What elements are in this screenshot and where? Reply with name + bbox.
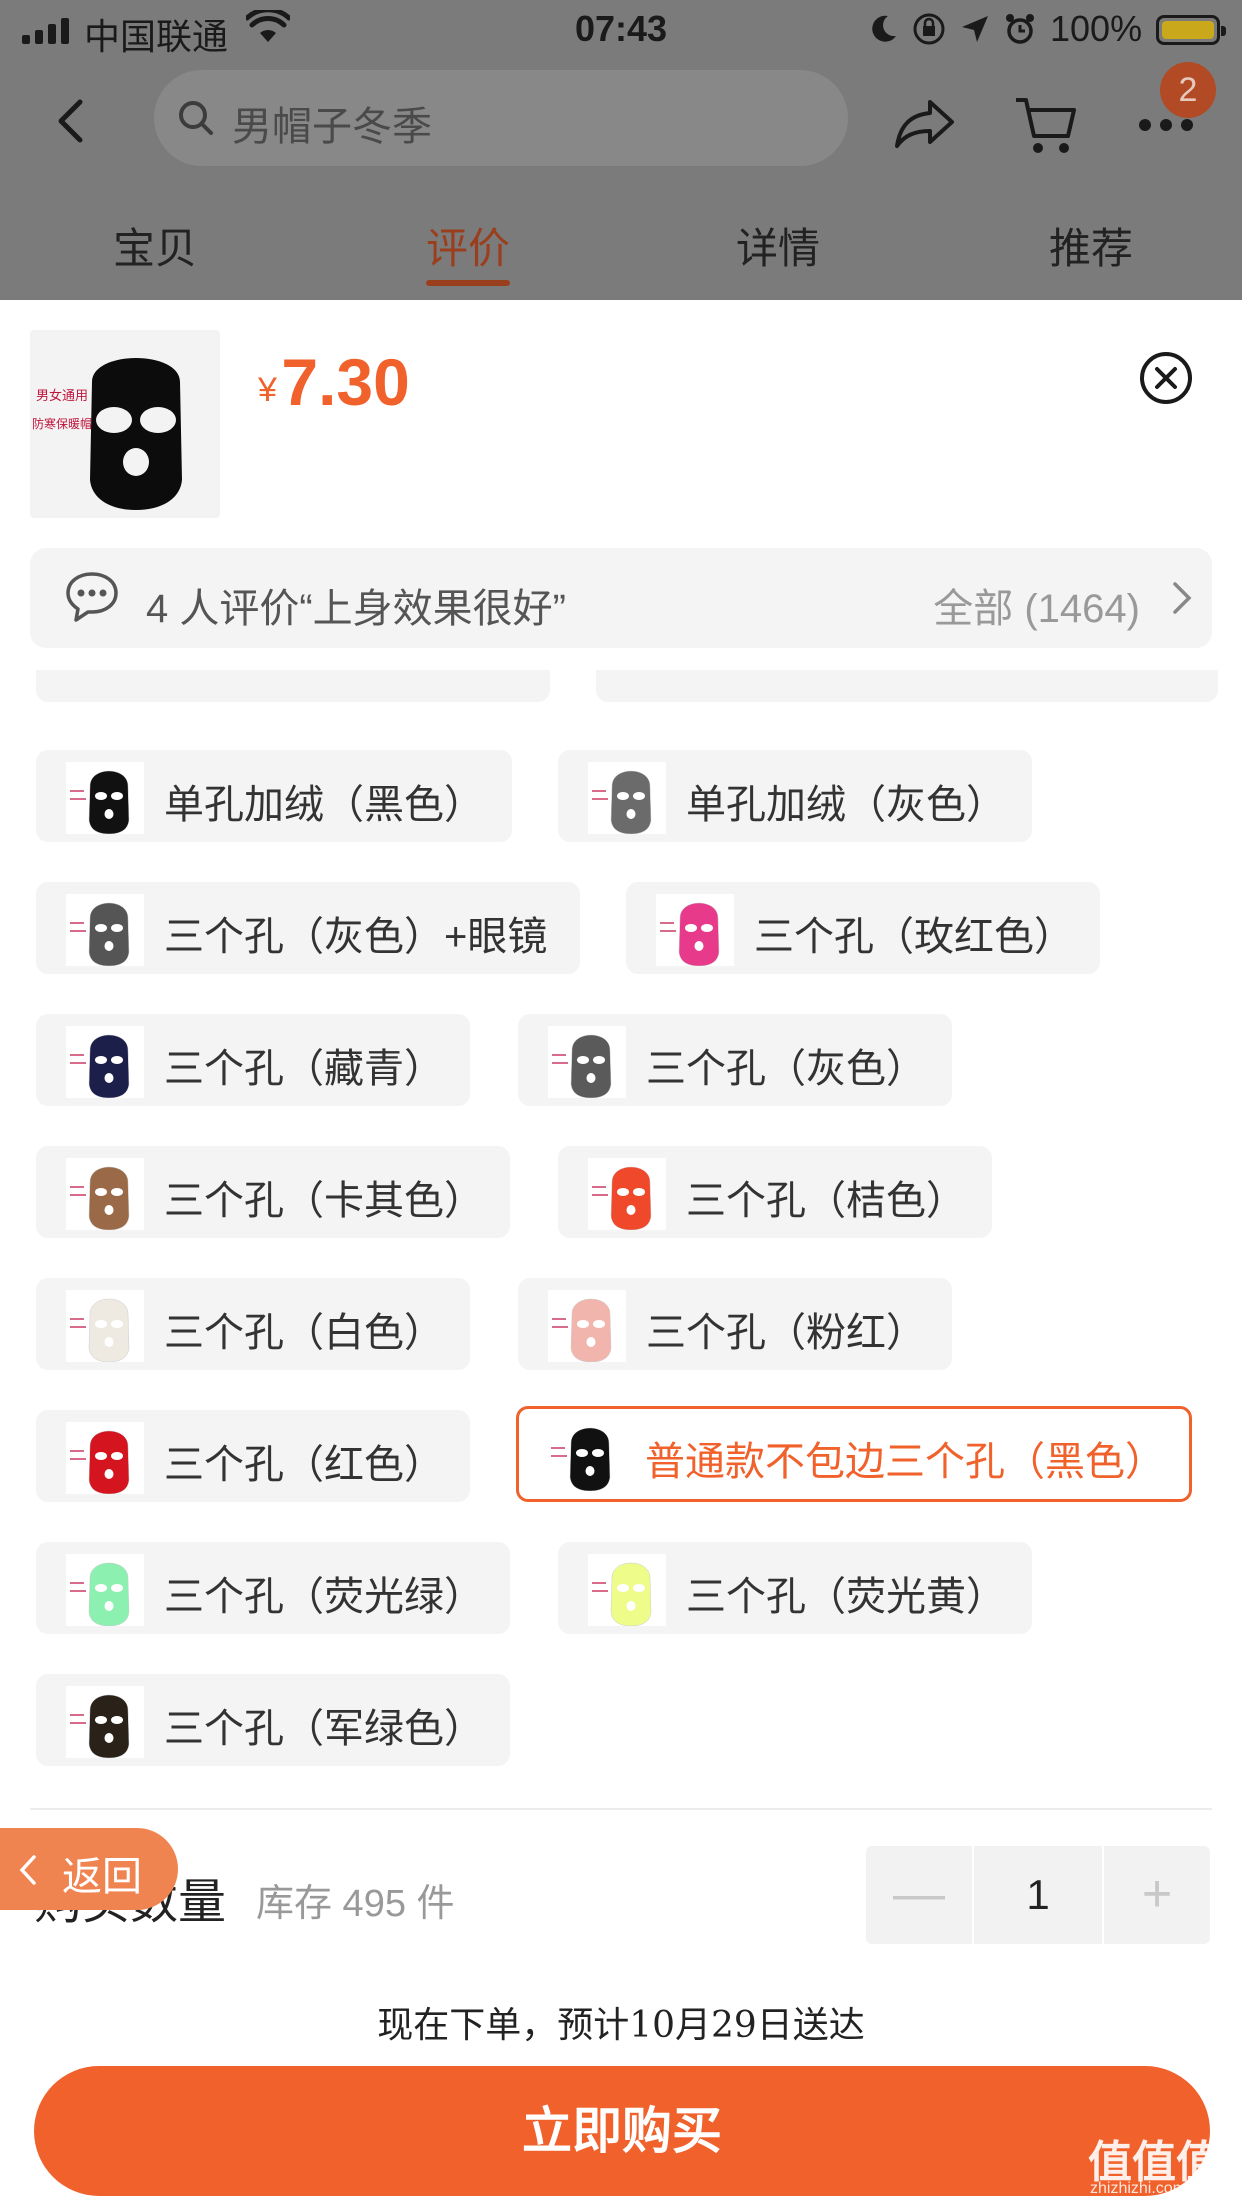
- tab-details[interactable]: 详情: [736, 215, 820, 276]
- balaclava-image: 男女通用 防寒保暖帽子: [30, 330, 220, 518]
- sku-option-thumbnail: [547, 1419, 625, 1491]
- sku-option-thumbnail: [66, 1686, 144, 1758]
- sku-option[interactable]: 三个孔（荧光黄）: [558, 1542, 1032, 1634]
- watermark-url: zhizhizhi.com: [1090, 2180, 1187, 2197]
- sku-option-thumbnail: [588, 762, 666, 834]
- sku-option-label: 三个孔（玫红色）: [754, 915, 1074, 959]
- section-divider: [30, 1808, 1212, 1810]
- tab-bar: 宝贝 评价 详情 推荐: [0, 205, 1242, 286]
- top-nav: 男帽子冬季 2: [0, 62, 1242, 172]
- chevron-left-icon: [19, 1855, 36, 1885]
- sku-option-selected[interactable]: 普通款不包边三个孔（黑色）: [516, 1406, 1192, 1502]
- back-chevron-icon[interactable]: [56, 98, 84, 144]
- location-arrow-icon: [962, 16, 988, 42]
- review-summary-bar[interactable]: 4 人评价“上身效果很好” 全部 (1464): [30, 548, 1212, 648]
- sku-option[interactable]: 三个孔（藏青）: [36, 1014, 470, 1106]
- sku-option-thumbnail: [66, 1158, 144, 1230]
- quantity-stepper[interactable]: — 1 +: [866, 1846, 1210, 1944]
- sku-option-label: 单孔加绒（灰色）: [686, 783, 1006, 827]
- chat-bubble-icon: [66, 572, 118, 622]
- floating-back-button[interactable]: 返回: [0, 1828, 178, 1910]
- sku-option-thumbnail: [66, 1554, 144, 1626]
- sku-option-thumbnail: [548, 1026, 626, 1098]
- cart-count-badge: 2: [1160, 62, 1216, 118]
- sku-option[interactable]: 三个孔（卡其色）: [36, 1146, 510, 1238]
- battery-percent: 100%: [1050, 8, 1143, 49]
- sku-option[interactable]: 三个孔（玫红色）: [626, 882, 1100, 974]
- search-bar[interactable]: 男帽子冬季: [154, 70, 848, 166]
- decrease-button[interactable]: —: [866, 1846, 972, 1944]
- sku-option-label: 三个孔（藏青）: [164, 1047, 444, 1091]
- delivery-estimate: 现在下单，预计10月29日送达: [377, 2005, 865, 2046]
- sku-option-label: 三个孔（荧光绿）: [164, 1575, 484, 1619]
- sku-option-thumbnail: [588, 1158, 666, 1230]
- sku-option-label: 三个孔（卡其色）: [164, 1179, 484, 1223]
- battery-icon: [1156, 15, 1226, 45]
- close-icon[interactable]: [1138, 350, 1194, 406]
- sku-option[interactable]: 三个孔（红色）: [36, 1410, 470, 1502]
- review-highlight-text: 4 人评价“上身效果很好”: [146, 587, 566, 631]
- sku-option-label: 三个孔（桔色）: [686, 1179, 966, 1223]
- sku-option[interactable]: 单孔加绒（灰色）: [558, 750, 1032, 842]
- tab-item[interactable]: 宝贝: [113, 215, 197, 276]
- all-reviews-count: 全部 (1464): [933, 587, 1140, 631]
- sku-option-label: 三个孔（荧光黄）: [686, 1575, 1006, 1619]
- increase-button[interactable]: +: [1104, 1846, 1210, 1944]
- moon-icon: [872, 15, 896, 42]
- sku-option-thumbnail: [588, 1554, 666, 1626]
- sku-option-thumbnail: [656, 894, 734, 966]
- alarm-icon: [1006, 14, 1034, 44]
- price-value: 7.30: [281, 345, 410, 419]
- search-icon: [179, 101, 213, 135]
- sku-option-label: 三个孔（红色）: [164, 1443, 444, 1487]
- active-tab-indicator: [426, 280, 510, 286]
- product-thumbnail[interactable]: 男女通用 防寒保暖帽子: [30, 330, 220, 518]
- sku-option-label: 三个孔（军绿色）: [164, 1707, 484, 1751]
- sku-option[interactable]: 三个孔（灰色）+眼镜: [36, 882, 580, 974]
- cart-icon[interactable]: [1014, 96, 1078, 156]
- price: ¥ 7.30: [258, 344, 410, 420]
- sku-option-label: 三个孔（灰色）: [646, 1047, 926, 1091]
- sku-option-thumbnail: [66, 1290, 144, 1362]
- sku-option[interactable]: 三个孔（军绿色）: [36, 1674, 510, 1766]
- thumbnail-text-1: 男女通用: [36, 388, 88, 404]
- sku-option-label: 三个孔（粉红）: [646, 1311, 926, 1355]
- sku-option-partial[interactable]: [36, 670, 550, 702]
- sku-option[interactable]: 三个孔（灰色）: [518, 1014, 952, 1106]
- tab-review[interactable]: 评价: [426, 215, 510, 276]
- currency-symbol: ¥: [258, 371, 277, 409]
- more-icon[interactable]: [1138, 118, 1194, 132]
- sku-option-thumbnail: [66, 1026, 144, 1098]
- sku-option[interactable]: 三个孔（白色）: [36, 1278, 470, 1370]
- tab-recommend[interactable]: 推荐: [1049, 215, 1133, 276]
- search-placeholder: 男帽子冬季: [232, 105, 432, 149]
- status-bar: 中国联通 07:43 100%: [0, 0, 1242, 62]
- sku-option-partial[interactable]: [596, 670, 1218, 702]
- rotation-lock-icon: [913, 13, 945, 45]
- sku-option-thumbnail: [66, 762, 144, 834]
- sku-option-thumbnail: [66, 1422, 144, 1494]
- back-button-label: 返回: [62, 1855, 142, 1899]
- sku-selection-sheet: 男女通用 防寒保暖帽子 ¥ 7.30 4 人评价“上身效果很好” 全部 (146…: [0, 300, 1242, 2208]
- sku-option-thumbnail: [548, 1290, 626, 1362]
- share-icon[interactable]: [894, 98, 956, 150]
- stock-count: 库存 495 件: [256, 1883, 455, 1925]
- sku-option-label: 单孔加绒（黑色）: [164, 783, 484, 827]
- sku-option-label: 三个孔（灰色）+眼镜: [164, 915, 548, 959]
- sku-option-label: 普通款不包边三个孔（黑色）: [645, 1440, 1165, 1484]
- buy-now-button[interactable]: 立即购买: [34, 2066, 1210, 2196]
- quantity-value[interactable]: 1: [974, 1846, 1102, 1944]
- chevron-right-icon: [1173, 582, 1192, 614]
- sku-option-thumbnail: [66, 894, 144, 966]
- sku-option[interactable]: 三个孔（粉红）: [518, 1278, 952, 1370]
- sku-option[interactable]: 三个孔（荧光绿）: [36, 1542, 510, 1634]
- sku-option[interactable]: 三个孔（桔色）: [558, 1146, 992, 1238]
- sku-option-label: 三个孔（白色）: [164, 1311, 444, 1355]
- sku-option[interactable]: 单孔加绒（黑色）: [36, 750, 512, 842]
